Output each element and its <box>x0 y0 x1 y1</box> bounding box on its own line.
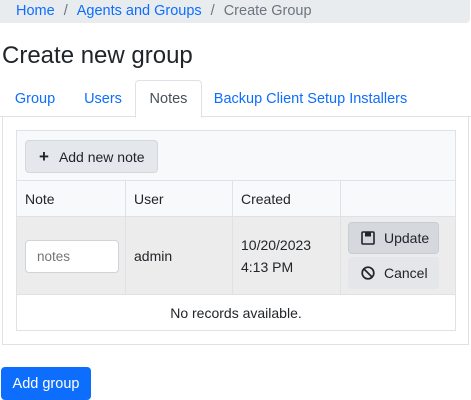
breadcrumb: Home / Agents and Groups / Create Group <box>0 0 470 23</box>
column-header-created[interactable]: Created <box>233 181 341 217</box>
page-title: Create new group <box>2 42 193 69</box>
breadcrumb-separator: / <box>63 2 68 19</box>
breadcrumb-current: Create Group <box>223 2 312 19</box>
command-cell: Update Cancel <box>341 217 455 295</box>
plus-icon: + <box>39 147 49 166</box>
table-row-edit: admin 10/20/2023 4:13 PM Update Cancel <box>17 217 455 295</box>
tab-strip: Group Users Notes Backup Client Setup In… <box>0 80 471 118</box>
cancel-label: Cancel <box>384 265 428 281</box>
save-icon <box>361 231 375 245</box>
add-new-note-label: Add new note <box>58 148 145 165</box>
add-new-note-button[interactable]: + Add new note <box>25 140 158 173</box>
breadcrumb-agents-link[interactable]: Agents and Groups <box>77 3 202 19</box>
created-cell: 10/20/2023 4:13 PM <box>233 217 341 295</box>
cancel-button[interactable]: Cancel <box>348 257 439 289</box>
note-input[interactable] <box>25 239 119 273</box>
no-records-message: No records available. <box>170 305 302 321</box>
column-header-note[interactable]: Note <box>17 181 126 217</box>
notes-grid: + Add new note Note User Created admin 1… <box>16 130 456 331</box>
update-label: Update <box>384 230 430 246</box>
note-cell <box>17 217 126 295</box>
grid-toolbar: + Add new note <box>17 131 455 181</box>
tab-users[interactable]: Users <box>72 80 134 117</box>
tab-backup-client-setup-installers[interactable]: Backup Client Setup Installers <box>207 80 414 117</box>
grid-header: Note User Created <box>17 181 455 217</box>
created-date: 10/20/2023 <box>241 237 312 253</box>
created-time: 4:13 PM <box>241 259 294 275</box>
column-header-commands <box>341 181 455 217</box>
tab-group[interactable]: Group <box>2 80 68 117</box>
tab-notes[interactable]: Notes <box>135 80 202 118</box>
user-cell: admin <box>126 217 233 295</box>
add-group-button[interactable]: Add group <box>1 367 91 400</box>
update-button[interactable]: Update <box>348 222 439 254</box>
breadcrumb-separator: / <box>210 2 215 19</box>
column-header-user[interactable]: User <box>126 181 233 217</box>
cancel-icon <box>361 266 375 280</box>
breadcrumb-home-link[interactable]: Home <box>16 3 55 19</box>
